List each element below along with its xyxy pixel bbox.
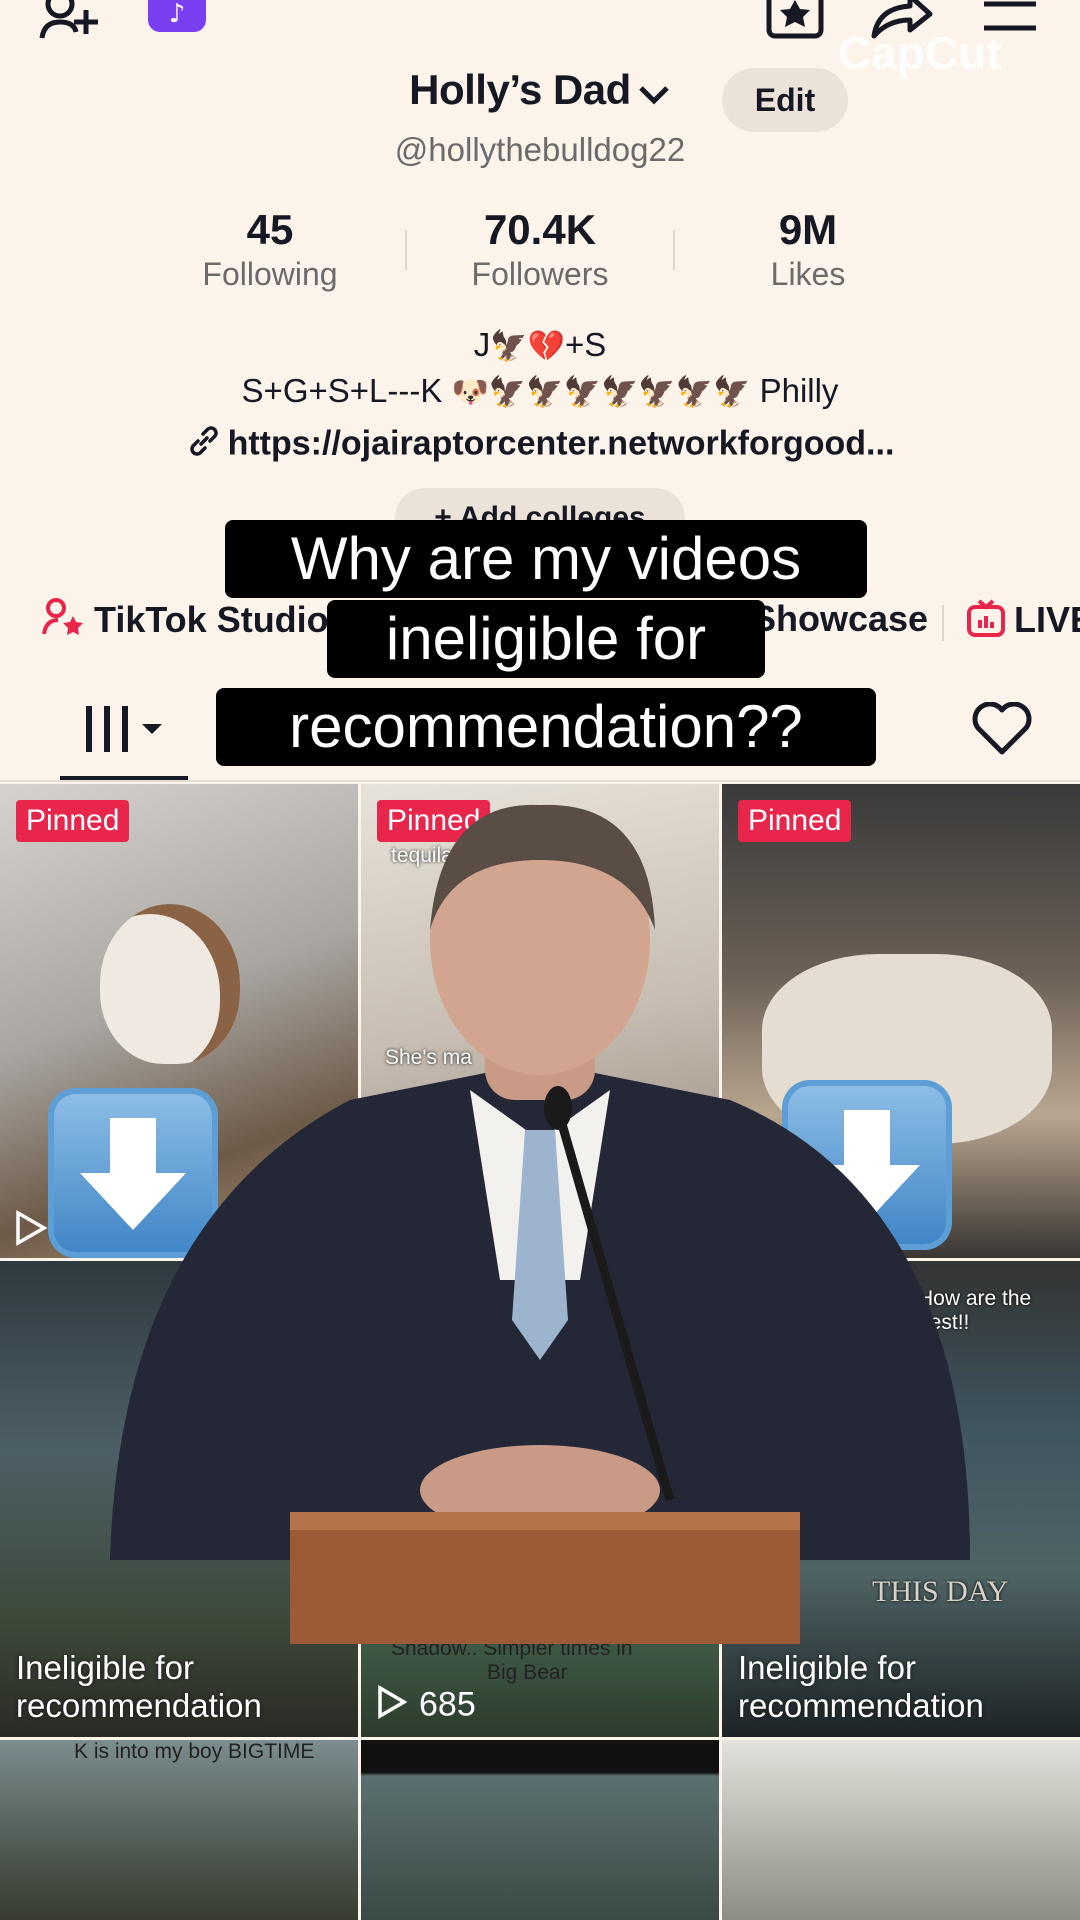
ineligible-line-2: recommendation xyxy=(738,1687,984,1724)
ineligible-line-1: Ineligible for xyxy=(16,1649,194,1686)
live-shortcut[interactable]: LIVE xyxy=(966,598,1080,647)
bio-text: S+G+S+L---K xyxy=(241,372,443,409)
caption-line-2: ineligible for xyxy=(327,600,765,678)
dog-face-icon: 🐶 xyxy=(451,376,489,409)
bio-line-2: S+G+S+L---K 🐶🦅🦅🦅🦅🦅🦅🦅 Philly xyxy=(0,372,1080,410)
stat-label: Followers xyxy=(471,256,609,292)
tiktok-studio-shortcut[interactable]: TikTok Studio xyxy=(42,598,329,647)
stat-label: Likes xyxy=(770,256,846,292)
caption-line-3: recommendation?? xyxy=(216,688,876,766)
video-tile-7[interactable]: K is into my boy BIGTIME xyxy=(0,1740,358,1920)
view-count-value: 685 xyxy=(419,1685,476,1724)
video-overlay-text: K is into my boy BIGTIME xyxy=(74,1740,315,1763)
shortcut-label: TikTok Studio xyxy=(94,599,329,641)
ineligible-line-2: recommendation xyxy=(16,1687,262,1724)
liked-tab-heart-icon[interactable] xyxy=(972,701,1032,761)
bio-text: Philly xyxy=(759,372,839,409)
play-icon xyxy=(377,1684,408,1728)
ineligible-label: Ineligible for recommendation xyxy=(16,1649,262,1725)
svg-text:♪: ♪ xyxy=(169,0,186,29)
shortcut-label: Showcase xyxy=(752,598,929,639)
chevron-down-icon[interactable] xyxy=(637,69,671,117)
stat-following[interactable]: 45 Following xyxy=(160,206,380,293)
tabs-divider xyxy=(0,780,1080,782)
creator-star-icon xyxy=(42,598,86,647)
tiktok-studio-app-icon[interactable]: ♪ xyxy=(148,0,206,39)
bio-link-text: https://ojairaptorcenter.networkforgood.… xyxy=(227,424,895,463)
stat-divider xyxy=(405,230,407,270)
stat-value: 70.4K xyxy=(483,206,597,253)
bio-line-1: J🦅💔+S xyxy=(0,326,1080,364)
shortcut-divider xyxy=(942,605,944,641)
edit-profile-button[interactable]: Edit xyxy=(722,68,848,132)
eagle-icon: 🦅🦅🦅🦅🦅🦅🦅 xyxy=(488,376,751,409)
add-friend-icon[interactable] xyxy=(38,0,102,45)
bio-text: +S xyxy=(564,326,607,363)
username: @hollythebulldog22 xyxy=(394,131,686,168)
profile-name-row[interactable]: Holly’s Dad xyxy=(0,66,1080,117)
play-icon xyxy=(14,1209,48,1251)
video-tile-9[interactable] xyxy=(722,1740,1080,1920)
favorites-icon[interactable] xyxy=(766,0,824,45)
stat-likes[interactable]: 9M Likes xyxy=(698,206,918,293)
live-tv-icon xyxy=(966,598,1006,647)
stat-value: 45 xyxy=(246,206,294,253)
video-tile-8[interactable] xyxy=(361,1740,719,1920)
stat-value: 9M xyxy=(778,206,838,253)
caption-line-1: Why are my videos xyxy=(225,520,867,598)
ineligible-label: Ineligible for recommendation xyxy=(738,1649,984,1725)
stat-label: Following xyxy=(202,256,338,292)
ineligible-line-1: Ineligible for xyxy=(738,1649,916,1686)
display-name: Holly’s Dad xyxy=(409,66,631,113)
video-overlay-text: Big Bear xyxy=(487,1661,568,1684)
link-icon xyxy=(186,423,222,468)
showcase-shortcut[interactable]: Showcase xyxy=(752,598,928,640)
shortcut-label: LIVE xyxy=(1014,599,1080,641)
eagle-icon: 🦅 xyxy=(490,330,528,363)
bio-text: J xyxy=(473,326,491,363)
stat-followers[interactable]: 70.4K Followers xyxy=(430,206,650,293)
person-at-podium-sticker xyxy=(110,800,970,1650)
broken-heart-icon: 💔 xyxy=(527,330,565,363)
stat-divider xyxy=(673,230,675,270)
view-count: 685 xyxy=(377,1684,476,1728)
videos-grid-tab-icon[interactable] xyxy=(84,704,168,759)
bio-link[interactable]: https://ojairaptorcenter.networkforgood.… xyxy=(0,423,1080,468)
